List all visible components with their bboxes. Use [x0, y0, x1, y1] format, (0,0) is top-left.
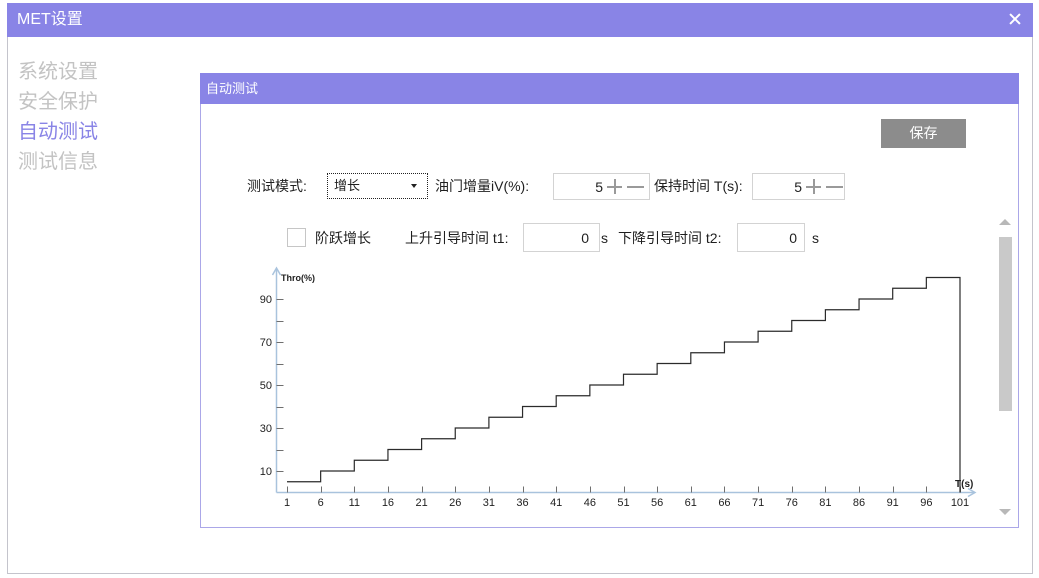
fall-time-unit: s — [812, 230, 819, 246]
test-mode-value: 增长 — [334, 178, 361, 193]
x-tick-label: 11 — [349, 497, 360, 509]
fall-time-input[interactable] — [737, 223, 805, 252]
x-tick-label: 51 — [617, 497, 629, 509]
rise-time-unit: s — [601, 230, 608, 246]
panel-title: 自动测试 — [200, 73, 1019, 104]
rise-time-label: 上升引导时间 t1: — [405, 230, 509, 246]
x-tick-label: 6 — [318, 497, 324, 509]
sidebar-item-auto-test[interactable]: 自动测试 — [18, 117, 188, 147]
throttle-step-input[interactable] — [554, 174, 603, 199]
hold-time-plus-icon[interactable] — [806, 179, 821, 194]
rise-time-input[interactable] — [523, 223, 600, 252]
y-tick-label: 70 — [260, 337, 272, 349]
hold-time-label: 保持时间 T(s): — [654, 178, 743, 194]
met-settings-window: MET设置 系统设置 安全保护 自动测试 测试信息 自动测试 保存 测试模式: … — [7, 3, 1033, 574]
x-tick-label: 16 — [382, 497, 394, 509]
throttle-step-stepper — [553, 173, 650, 200]
x-axis-label: T(s) — [955, 479, 973, 490]
x-tick-label: 56 — [651, 497, 663, 509]
test-mode-dropdown[interactable]: 增长 — [327, 173, 428, 199]
x-tick-label: 1 — [284, 497, 290, 509]
window-title: MET设置 — [17, 11, 83, 28]
test-mode-label: 测试模式: — [247, 178, 307, 194]
x-tick-label: 76 — [786, 497, 798, 509]
y-tick-label: 30 — [260, 423, 272, 435]
step-increase-checkbox[interactable] — [287, 228, 306, 247]
throttle-step-minus-icon[interactable] — [627, 179, 644, 194]
x-tick-label: 61 — [685, 497, 697, 509]
step-increase-label: 阶跃增长 — [315, 230, 371, 246]
sidebar: 系统设置 安全保护 自动测试 测试信息 — [18, 57, 188, 177]
throttle-step-plus-icon[interactable] — [607, 179, 622, 194]
x-tick-label: 31 — [483, 497, 495, 509]
x-tick-label: 46 — [584, 497, 596, 509]
y-axis-label: Thro(%) — [281, 273, 315, 283]
x-tick-label: 81 — [819, 497, 831, 509]
x-tick-label: 86 — [853, 497, 865, 509]
hold-time-input[interactable] — [753, 174, 802, 199]
y-tick-label: 90 — [260, 294, 272, 306]
scroll-down-arrow-icon[interactable] — [999, 509, 1011, 515]
save-button[interactable]: 保存 — [881, 119, 966, 148]
throttle-step-chart: Thro(%) T(s) 1 6 11 16 21 26 31 36 41 46 51 56 61 66 7… — [260, 266, 977, 509]
hold-time-minus-icon[interactable] — [826, 179, 843, 194]
series-line — [287, 276, 961, 493]
auto-test-panel: 自动测试 保存 测试模式: 增长 油门增量iV(%): 保持时间 T(s): 阶… — [200, 73, 1019, 528]
x-tick-label: 96 — [920, 497, 932, 509]
sidebar-item-safety-protection[interactable]: 安全保护 — [18, 87, 188, 117]
scrollbar-thumb[interactable] — [999, 237, 1012, 412]
dropdown-arrow-icon — [411, 184, 417, 188]
close-icon[interactable] — [1009, 13, 1021, 25]
hold-time-stepper — [752, 173, 845, 200]
x-tick-label: 36 — [516, 497, 528, 509]
throttle-step-label: 油门增量iV(%): — [435, 178, 530, 194]
fall-time-label: 下降引导时间 t2: — [618, 230, 722, 246]
sidebar-item-test-info[interactable]: 测试信息 — [18, 147, 188, 177]
x-tick-label: 101 — [951, 497, 969, 509]
y-tick-label: 10 — [260, 466, 272, 478]
title-bar: MET设置 — [7, 3, 1033, 37]
x-tick-label: 66 — [718, 497, 730, 509]
x-tick-label: 41 — [550, 497, 562, 509]
scroll-up-arrow-icon[interactable] — [999, 219, 1011, 225]
x-tick-label: 26 — [449, 497, 461, 509]
chart-marks: 1 6 11 16 21 26 31 36 41 46 51 56 61 66 71 76 81 86 91 96 10… — [260, 276, 969, 509]
sidebar-item-system-settings[interactable]: 系统设置 — [18, 57, 188, 87]
x-tick-label: 71 — [752, 497, 764, 509]
x-tick-label: 91 — [887, 497, 899, 509]
x-tick-label: 21 — [415, 497, 427, 509]
y-tick-label: 50 — [260, 380, 272, 392]
